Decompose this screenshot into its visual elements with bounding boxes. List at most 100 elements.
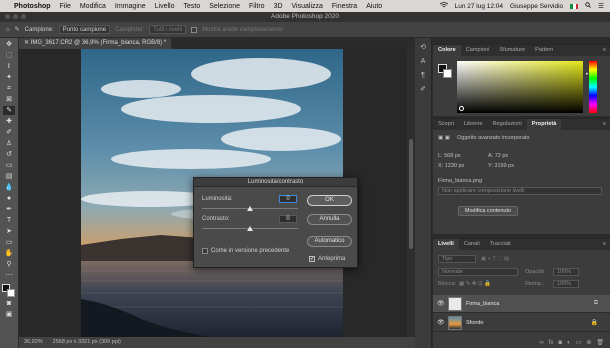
- tab-tracciati[interactable]: Tracciati: [485, 239, 516, 250]
- background-color[interactable]: [7, 289, 15, 297]
- frame-tool-icon[interactable]: ⊠: [3, 95, 15, 104]
- zoom-window-button[interactable]: [21, 14, 26, 19]
- height-value[interactable]: A: 72 px: [488, 153, 508, 159]
- color-field[interactable]: [457, 61, 583, 113]
- group-icon[interactable]: ▭: [576, 339, 582, 348]
- tab-proprieta[interactable]: Proprietà: [526, 119, 562, 130]
- preview-checkbox[interactable]: ✓: [309, 256, 315, 262]
- clock[interactable]: Lun 27 lug 12:04: [455, 3, 503, 10]
- sample-size-select[interactable]: Punto campione: [58, 25, 111, 34]
- color-picker-handle[interactable]: [459, 106, 464, 111]
- layer-filter-select[interactable]: Tipo: [438, 255, 476, 263]
- new-layer-icon[interactable]: ⊕: [586, 339, 591, 348]
- history-panel-icon[interactable]: ⟲: [418, 43, 428, 52]
- close-window-button[interactable]: [5, 14, 10, 19]
- flag-icon[interactable]: [570, 3, 579, 9]
- wifi-icon[interactable]: [439, 2, 448, 10]
- edit-contents-button[interactable]: Modifica contenuto: [458, 206, 518, 216]
- menu-visualizza[interactable]: Visualizza: [292, 3, 323, 10]
- layer-row-sfondo[interactable]: 👁 Sfondo 🔒: [433, 314, 610, 332]
- move-tool-icon[interactable]: ✥: [3, 40, 15, 49]
- layer-row-firma[interactable]: 👁 Firma_bianca ⧉: [433, 295, 610, 313]
- lock-icons[interactable]: ▦ ✎ ✥ ⊡ 🔒: [459, 281, 491, 287]
- menu-list-icon[interactable]: ☰: [598, 2, 604, 10]
- type-tool-icon[interactable]: T: [3, 216, 15, 225]
- close-tab-icon[interactable]: ✕: [24, 40, 31, 46]
- tab-livelli[interactable]: Livelli: [433, 239, 459, 250]
- menu-modifica[interactable]: Modifica: [80, 3, 106, 10]
- auto-button[interactable]: Automatico: [307, 236, 352, 247]
- layer-name[interactable]: Sfondo: [466, 320, 483, 326]
- adjustment-icon[interactable]: ◐: [567, 339, 571, 348]
- shape-tool-icon[interactable]: ▭: [3, 238, 15, 247]
- hand-tool-icon[interactable]: ✋: [3, 249, 15, 258]
- panel-menu-icon[interactable]: ≡: [598, 119, 610, 130]
- healing-tool-icon[interactable]: ✚: [3, 117, 15, 126]
- tab-regolazioni[interactable]: Regolazioni: [488, 119, 527, 130]
- lasso-tool-icon[interactable]: ℓ: [3, 62, 15, 71]
- tab-campioni[interactable]: Campioni: [461, 45, 495, 56]
- brightness-slider-knob[interactable]: [247, 206, 253, 211]
- quick-mask-icon[interactable]: ◙: [3, 299, 15, 308]
- dodge-tool-icon[interactable]: ●: [3, 194, 15, 203]
- cancel-button[interactable]: Annulla: [307, 214, 352, 225]
- tab-librerie[interactable]: Librerie: [459, 119, 488, 130]
- menu-testo[interactable]: Testo: [184, 3, 201, 10]
- brightness-input[interactable]: 0: [279, 195, 297, 203]
- menu-app[interactable]: Photoshop: [14, 3, 51, 10]
- scroll-thumb[interactable]: [409, 139, 413, 249]
- gradient-tool-icon[interactable]: ▤: [3, 172, 15, 181]
- background-swatch[interactable]: [443, 69, 452, 78]
- opacity-input[interactable]: 100%: [553, 268, 579, 276]
- menu-immagine[interactable]: Immagine: [115, 3, 146, 10]
- vertical-scrollbar[interactable]: [407, 49, 415, 337]
- search-icon[interactable]: [585, 2, 592, 10]
- blur-tool-icon[interactable]: 💧: [3, 183, 15, 192]
- eyedropper-tool-icon[interactable]: ✎: [3, 106, 15, 115]
- x-value[interactable]: X: 1230 px: [438, 163, 464, 169]
- delete-layer-icon[interactable]: 🗑: [596, 339, 604, 348]
- menu-livello[interactable]: Livello: [155, 3, 175, 10]
- paragraph-panel-icon[interactable]: ¶: [418, 71, 428, 80]
- tab-colore[interactable]: Colore: [433, 45, 461, 56]
- path-select-tool-icon[interactable]: ➤: [3, 227, 15, 236]
- zoom-tool-icon[interactable]: ⚲: [3, 260, 15, 269]
- tab-canali[interactable]: Canali: [459, 239, 485, 250]
- menu-finestra[interactable]: Finestra: [332, 3, 357, 10]
- width-value[interactable]: L: 568 px: [438, 153, 461, 159]
- contrast-slider-knob[interactable]: [247, 226, 253, 231]
- minimize-window-button[interactable]: [13, 14, 18, 19]
- hue-slider-handle[interactable]: ▸: [586, 71, 589, 77]
- ok-button[interactable]: OK: [307, 195, 352, 206]
- menu-selezione[interactable]: Selezione: [209, 3, 240, 10]
- brush-tool-icon[interactable]: ✐: [3, 128, 15, 137]
- filter-icons[interactable]: ▣ ◐ T ⬚ ▤: [481, 256, 509, 262]
- fx-icon[interactable]: fx: [549, 339, 554, 348]
- document-tab[interactable]: ✕ IMG_3617.CR2 @ 36,9% (Firma_bianca, RG…: [19, 38, 172, 49]
- tab-pattern[interactable]: Pattern: [530, 45, 558, 56]
- user-name[interactable]: Giuseppe Servidio: [510, 3, 563, 10]
- screen-mode-icon[interactable]: ▣: [3, 310, 15, 319]
- document-info[interactable]: 2568 px x 3321 px (300 ppi): [53, 337, 121, 348]
- panel-menu-icon[interactable]: ≡: [598, 239, 610, 250]
- layer-comp-select[interactable]: Non applicare composizione livelli: [438, 187, 602, 195]
- show-ring-checkbox[interactable]: [191, 26, 198, 33]
- eyedropper-icon[interactable]: ✎: [15, 26, 20, 33]
- panel-menu-icon[interactable]: ≡: [598, 45, 610, 56]
- tab-scopri[interactable]: Scopri: [433, 119, 459, 130]
- menu-3d[interactable]: 3D: [274, 3, 283, 10]
- menu-filtro[interactable]: Filtro: [249, 3, 265, 10]
- eraser-tool-icon[interactable]: ▭: [3, 161, 15, 170]
- link-layers-icon[interactable]: ∞: [539, 339, 543, 348]
- layer-name[interactable]: Firma_bianca: [466, 301, 499, 307]
- color-swatches[interactable]: [2, 284, 16, 297]
- mask-icon[interactable]: ◙: [558, 339, 562, 348]
- lock-icon[interactable]: 🔒: [591, 319, 598, 326]
- marquee-tool-icon[interactable]: ⬚: [3, 51, 15, 60]
- contrast-input[interactable]: 0: [279, 215, 297, 223]
- zoom-level[interactable]: 36,92%: [24, 337, 43, 348]
- menu-file[interactable]: File: [60, 3, 71, 10]
- visibility-eye-icon[interactable]: 👁: [437, 300, 445, 307]
- y-value[interactable]: Y: 3199 px: [488, 163, 514, 169]
- more-tools-icon[interactable]: ⋯: [3, 271, 15, 280]
